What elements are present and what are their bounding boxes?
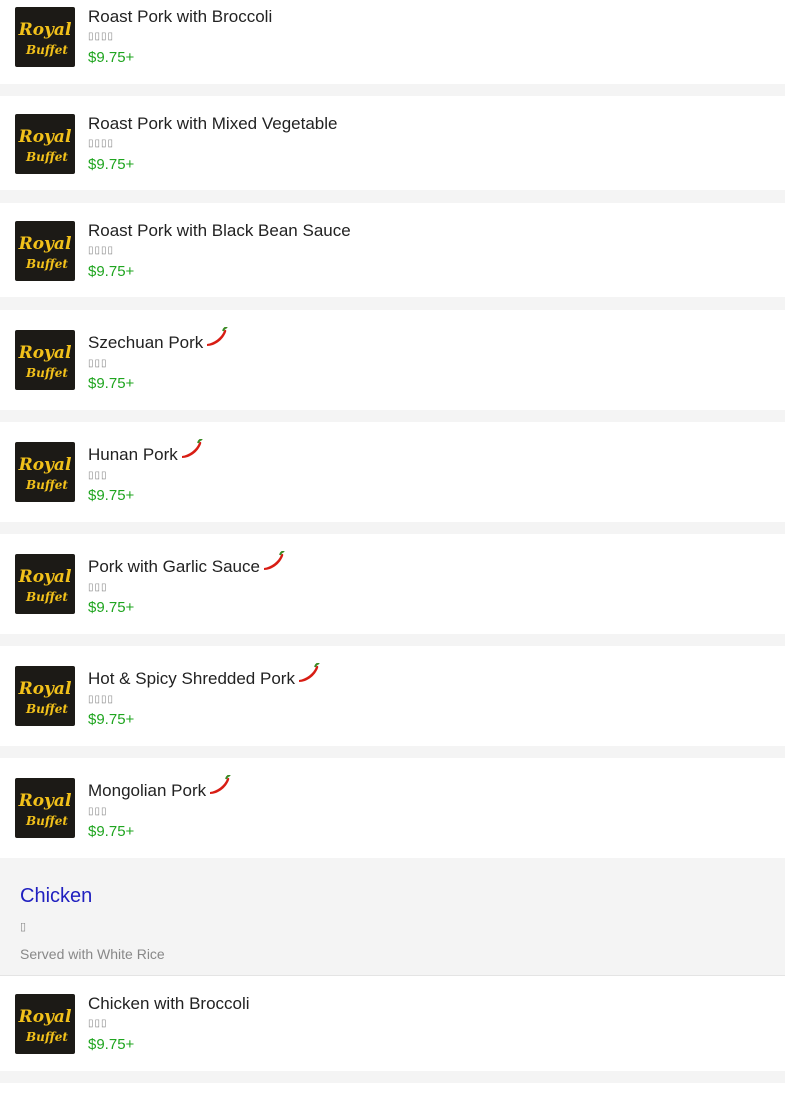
item-thumbnail: Royal Buffet <box>15 778 75 838</box>
item-name: Pork with Garlic Sauce <box>88 550 285 582</box>
item-name: Hot & Spicy Shredded Pork <box>88 662 320 694</box>
item-subtitle: ▯▯▯▯ <box>88 138 115 149</box>
item-subtitle: ▯▯▯▯ <box>88 31 115 42</box>
item-name-text: Mongolian Pork <box>88 781 207 800</box>
item-subtitle: ▯▯▯ <box>88 470 108 481</box>
menu-item[interactable]: Royal Buffet Chicken with Broccoli ▯▯▯ $9… <box>0 976 785 1071</box>
item-subtitle: ▯▯▯▯ <box>88 245 115 256</box>
svg-text:Royal: Royal <box>18 567 72 587</box>
item-price: $9.75+ <box>88 1036 135 1053</box>
menu-item[interactable]: Royal Buffet Szechuan Pork ▯▯▯ $9.75+ <box>0 310 785 410</box>
item-price: $9.75+ <box>88 487 135 504</box>
item-thumbnail: Royal Buffet <box>15 114 75 174</box>
item-price: $9.75+ <box>88 375 135 392</box>
item-name: Roast Pork with Broccoli <box>88 7 273 26</box>
svg-text:Royal: Royal <box>18 20 72 40</box>
svg-text:Royal: Royal <box>18 1007 72 1027</box>
item-subtitle: ▯▯▯ <box>88 806 108 817</box>
item-name: Hunan Pork <box>88 438 203 470</box>
svg-text:Buffet: Buffet <box>25 150 68 164</box>
svg-text:Royal: Royal <box>18 679 72 699</box>
svg-text:Royal: Royal <box>18 791 72 811</box>
menu-item[interactable]: Royal Buffet Pork with Garlic Sauce ▯▯▯ $… <box>0 534 785 634</box>
item-name-text: Szechuan Pork <box>88 333 204 352</box>
item-name: Roast Pork with Mixed Vegetable <box>88 114 338 133</box>
item-price: $9.75+ <box>88 711 135 728</box>
item-price: $9.75+ <box>88 823 135 840</box>
item-thumbnail: Royal Buffet <box>15 994 75 1054</box>
svg-text:Buffet: Buffet <box>25 478 68 492</box>
chili-pepper-icon <box>179 438 203 464</box>
chili-pepper-icon <box>261 550 285 576</box>
item-name: Roast Pork with Black Bean Sauce <box>88 221 351 240</box>
item-name-text: Hunan Pork <box>88 445 178 464</box>
svg-text:Royal: Royal <box>18 343 72 363</box>
item-name-text: Hot & Spicy Shredded Pork <box>88 669 295 688</box>
svg-text:Royal: Royal <box>18 234 72 254</box>
chili-pepper-icon <box>204 326 229 352</box>
item-name: Chicken with Broccoli <box>88 994 250 1013</box>
item-name: Szechuan Pork <box>88 326 229 358</box>
item-price: $9.75+ <box>88 263 135 280</box>
menu-item[interactable]: Royal Buffet Mongolian Pork ▯▯▯ $9.75+ <box>0 758 785 858</box>
item-price: $9.75+ <box>88 49 135 66</box>
item-thumbnail: Royal Buffet <box>15 666 75 726</box>
section-description: Served with White Rice <box>20 946 165 962</box>
section-header: Chicken ▯ Served with White Rice <box>0 858 785 975</box>
section-title[interactable]: Chicken <box>20 885 92 908</box>
svg-text:Royal: Royal <box>18 455 72 475</box>
item-name-text: Pork with Garlic Sauce <box>88 557 260 576</box>
svg-text:Royal: Royal <box>18 127 72 147</box>
menu-item[interactable]: Royal Buffet Roast Pork with Broccoli ▯▯▯… <box>0 0 785 84</box>
svg-text:Buffet: Buffet <box>25 814 68 828</box>
svg-text:Buffet: Buffet <box>25 257 68 271</box>
item-price: $9.75+ <box>88 599 135 616</box>
menu-item[interactable]: Royal Buffet Roast Pork with Black Bean S… <box>0 203 785 297</box>
item-subtitle: ▯▯▯▯ <box>88 694 115 705</box>
item-thumbnail: Royal Buffet <box>15 330 75 390</box>
menu-item[interactable]: Royal Buffet Roast Pork with Mixed Vegeta… <box>0 96 785 190</box>
item-thumbnail: Royal Buffet <box>15 221 75 281</box>
item-thumbnail: Royal Buffet <box>15 7 75 67</box>
item-name: Mongolian Pork <box>88 774 231 806</box>
item-thumbnail: Royal Buffet <box>15 554 75 614</box>
item-thumbnail: Royal Buffet <box>15 442 75 502</box>
svg-text:Buffet: Buffet <box>25 590 68 604</box>
chili-pepper-icon <box>207 774 231 800</box>
svg-text:Buffet: Buffet <box>25 366 68 380</box>
menu-item[interactable] <box>0 1083 785 1094</box>
item-subtitle: ▯▯▯ <box>88 582 108 593</box>
item-subtitle: ▯▯▯ <box>88 1018 108 1029</box>
svg-text:Buffet: Buffet <box>25 1030 68 1044</box>
svg-text:Buffet: Buffet <box>25 43 68 57</box>
menu-item[interactable]: Royal Buffet Hot & Spicy Shredded Pork ▯▯… <box>0 646 785 746</box>
chili-pepper-icon <box>296 662 320 688</box>
menu-item[interactable]: Royal Buffet Hunan Pork ▯▯▯ $9.75+ <box>0 422 785 522</box>
item-price: $9.75+ <box>88 156 135 173</box>
item-subtitle: ▯▯▯ <box>88 358 108 369</box>
section-subtitle: ▯ <box>20 921 27 933</box>
svg-text:Buffet: Buffet <box>25 702 68 716</box>
